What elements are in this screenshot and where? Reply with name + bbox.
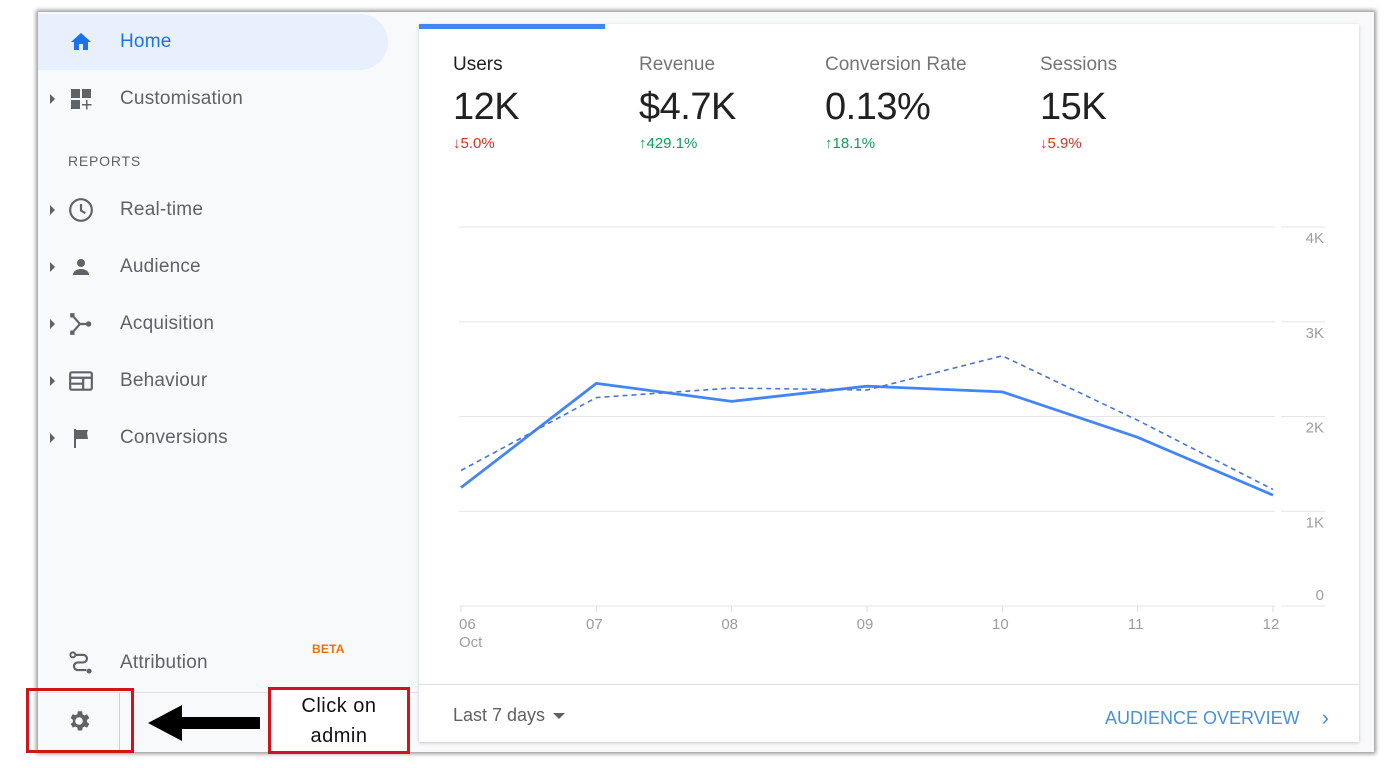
- x-tick-label: 09: [857, 616, 874, 633]
- card-footer: Last 7 days AUDIENCE OVERVIEW ›: [419, 684, 1359, 742]
- y-tick-label: 2K: [1306, 420, 1324, 437]
- sidebar-item-label: Customisation: [120, 88, 243, 109]
- dashboard-add-icon: [68, 86, 94, 112]
- current-period-line: [460, 381, 1274, 497]
- x-tick-sublabel: Oct: [459, 634, 483, 651]
- callout-line-1: Click on: [301, 694, 377, 717]
- sidebar-item-audience[interactable]: Audience: [38, 239, 388, 295]
- audience-overview-link[interactable]: AUDIENCE OVERVIEW ›: [1105, 705, 1329, 731]
- reports-section-label: REPORTS: [68, 153, 142, 169]
- sidebar-item-label: Behaviour: [120, 370, 208, 391]
- beta-badge: BETA: [312, 642, 345, 656]
- overview-card: Users 12K ↓5.0% Revenue $4.7K ↑429.1% Co…: [419, 24, 1359, 742]
- audience-overview-label: AUDIENCE OVERVIEW: [1104, 707, 1300, 728]
- x-tick-label: 08: [721, 616, 738, 633]
- acquisition-icon: [68, 311, 94, 337]
- sidebar-item-label: Acquisition: [120, 313, 215, 334]
- clock-icon: [68, 197, 94, 223]
- person-icon: [68, 254, 94, 280]
- flag-icon: [68, 425, 94, 451]
- expand-caret-icon: [50, 376, 55, 386]
- annotation-callout: Click on admin: [268, 687, 410, 754]
- callout-line-2: admin: [310, 724, 368, 747]
- sidebar-item-label: Real-time: [120, 199, 204, 220]
- y-tick-label: 1K: [1306, 514, 1324, 531]
- sidebar-item-label: Conversions: [120, 427, 228, 448]
- sidebar: Home Customisation REPORTS Real-time Aud…: [38, 12, 418, 752]
- x-tick-label: 10: [992, 616, 1009, 633]
- behaviour-icon: [68, 368, 94, 394]
- sidebar-item-home[interactable]: Home: [38, 14, 388, 70]
- sidebar-item-customisation[interactable]: Customisation: [38, 71, 388, 127]
- sidebar-item-label: Home: [120, 31, 172, 52]
- dropdown-caret-icon: [553, 712, 566, 719]
- expand-caret-icon: [50, 205, 55, 215]
- previous-period-line: [460, 355, 1274, 491]
- expand-caret-icon: [50, 319, 55, 329]
- admin-highlight-box: [26, 688, 134, 753]
- pointer-arrow-icon: [148, 705, 260, 741]
- attribution-icon: [68, 650, 94, 676]
- sidebar-item-conversions[interactable]: Conversions: [38, 410, 388, 466]
- expand-caret-icon: [50, 262, 55, 272]
- expand-caret-icon: [50, 433, 55, 443]
- date-range-label: Last 7 days: [453, 705, 546, 725]
- sidebar-item-behaviour[interactable]: Behaviour: [38, 353, 388, 409]
- x-tick-label: 07: [586, 616, 603, 633]
- sidebar-item-label: Audience: [120, 256, 201, 277]
- date-range-dropdown[interactable]: Last 7 days: [453, 705, 566, 726]
- users-line-chart: 0 1K 2K 3K 4K 06Oct 07 08 09 10 11 12: [459, 226, 1325, 651]
- home-icon: [68, 29, 94, 55]
- attribution-label: Attribution: [120, 652, 208, 673]
- sidebar-item-acquisition[interactable]: Acquisition: [38, 296, 388, 352]
- x-tick-label: 06: [459, 616, 476, 633]
- y-tick-label: 4K: [1306, 230, 1324, 247]
- sidebar-item-attribution[interactable]: Attribution BETA: [38, 635, 388, 691]
- y-tick-label: 3K: [1306, 325, 1324, 342]
- sidebar-item-real-time[interactable]: Real-time: [38, 182, 388, 238]
- sidebar-item-label: Attribution BETA: [120, 642, 344, 674]
- chevron-right-icon: ›: [1321, 705, 1329, 730]
- x-tick-label: 11: [1128, 616, 1144, 633]
- expand-caret-icon: [50, 94, 55, 104]
- x-tick-label: 12: [1263, 616, 1280, 633]
- y-tick-label: 0: [1316, 587, 1324, 604]
